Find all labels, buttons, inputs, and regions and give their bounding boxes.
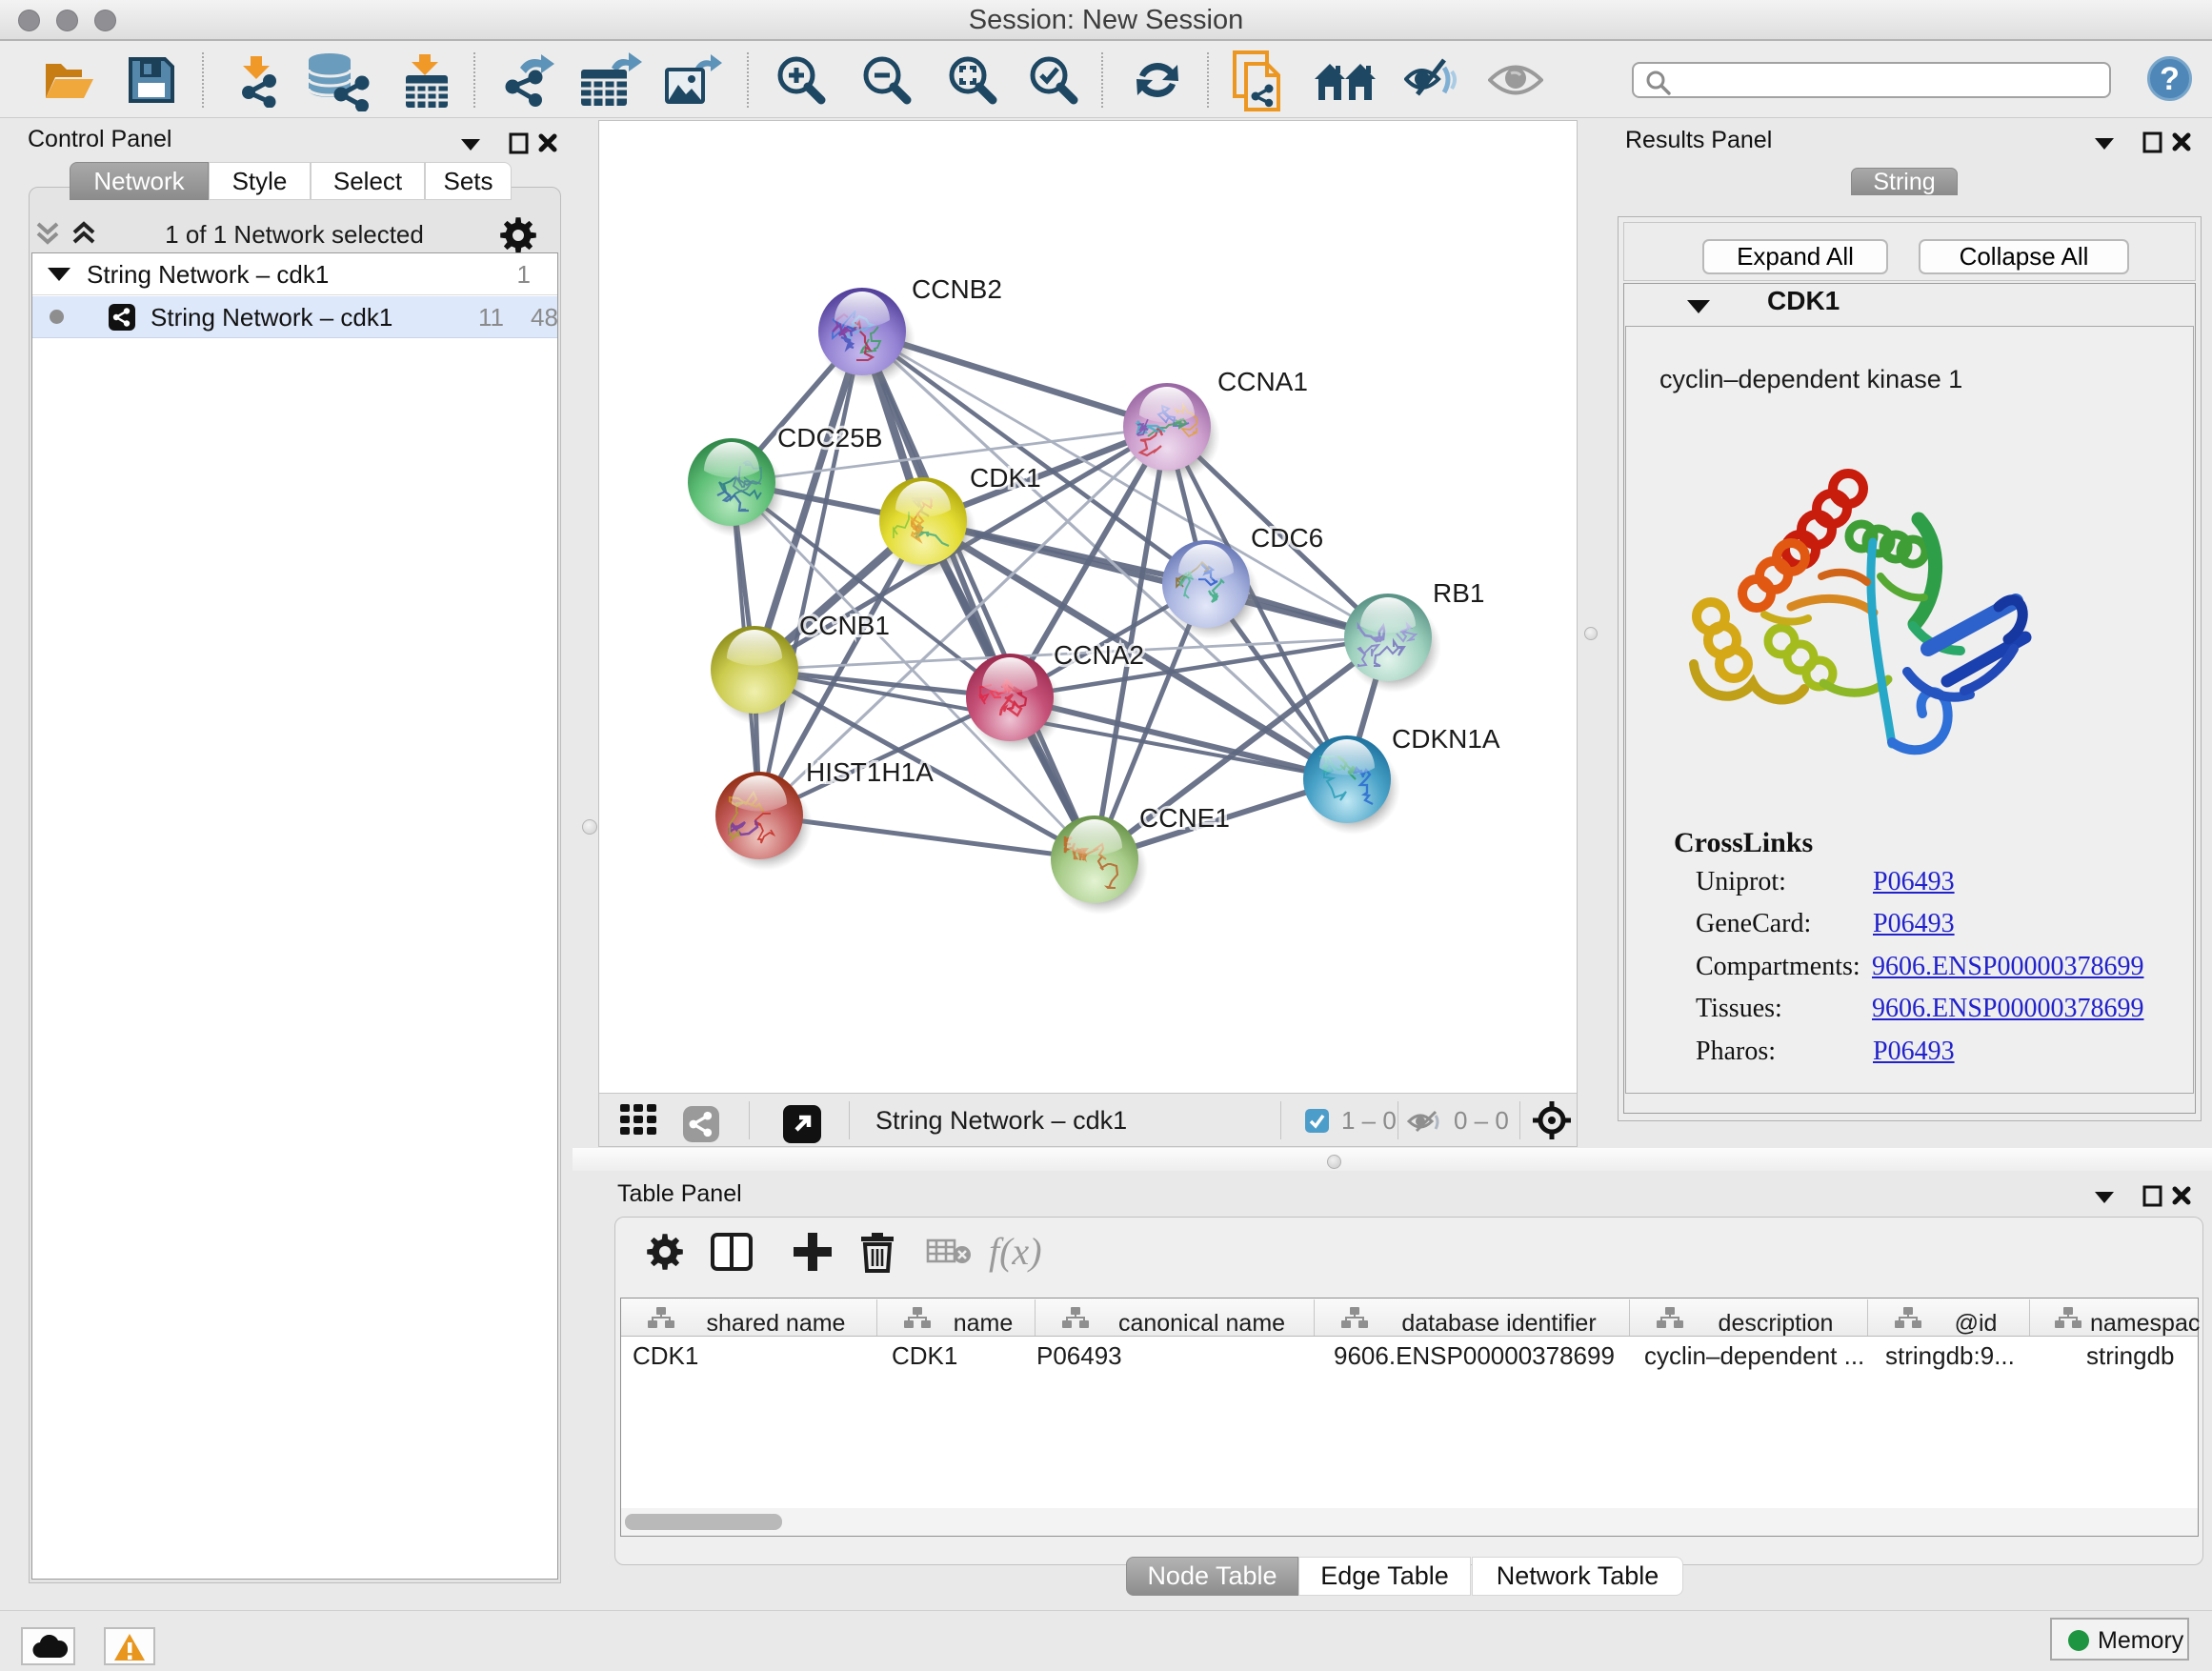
svg-text:CCNA2: CCNA2 bbox=[1054, 640, 1144, 670]
svg-text:RB1: RB1 bbox=[1433, 578, 1484, 608]
svg-text:CCNB1: CCNB1 bbox=[799, 611, 890, 640]
svg-text:CDC25B: CDC25B bbox=[777, 423, 882, 453]
svg-text:HIST1H1A: HIST1H1A bbox=[806, 757, 934, 787]
svg-text:CCNB2: CCNB2 bbox=[912, 274, 1002, 304]
svg-text:CDKN1A: CDKN1A bbox=[1392, 724, 1500, 754]
svg-text:CCNA1: CCNA1 bbox=[1217, 367, 1308, 396]
svg-text:CDC6: CDC6 bbox=[1251, 523, 1323, 553]
svg-text:CCNE1: CCNE1 bbox=[1139, 803, 1230, 833]
svg-text:CDK1: CDK1 bbox=[970, 463, 1041, 493]
